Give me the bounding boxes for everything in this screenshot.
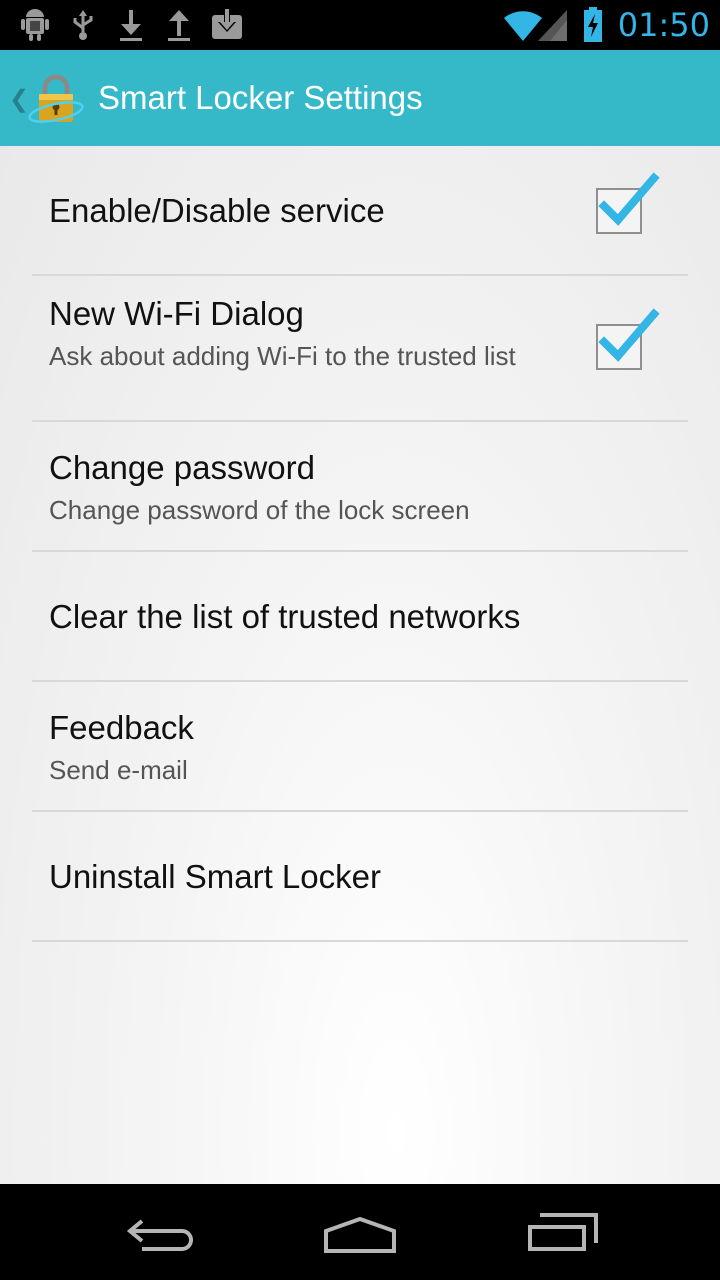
enable-service-checkbox[interactable] [596,172,660,234]
pref-enable-service[interactable]: Enable/Disable service [32,146,688,276]
recent-apps-icon[interactable] [522,1208,602,1258]
preferences-list: Enable/Disable service New Wi-Fi Dialog … [0,146,720,1184]
download-box-icon [210,6,244,44]
pref-change-password[interactable]: Change password Change password of the l… [32,422,688,552]
upload-icon [162,6,196,44]
pref-summary: Ask about adding Wi-Fi to the trusted li… [49,341,516,371]
pref-summary: Change password of the lock screen [49,495,470,525]
page-title: Smart Locker Settings [98,79,423,116]
pref-title: New Wi-Fi Dialog [49,295,304,332]
pref-clear-trusted-networks[interactable]: Clear the list of trusted networks [32,552,688,682]
pref-summary: Send e-mail [49,755,188,785]
clock: 01:50 [617,6,710,44]
pref-title: Change password [49,449,315,486]
checkmark-icon [598,172,660,226]
pref-title: Feedback [49,709,194,746]
back-icon[interactable] [120,1208,200,1258]
android-debug-icon [18,6,52,44]
battery-charging-icon [582,6,604,44]
pref-uninstall[interactable]: Uninstall Smart Locker [32,812,688,942]
new-wifi-dialog-checkbox[interactable] [596,308,660,370]
wifi-signal-icon [502,6,568,44]
home-icon[interactable] [320,1208,400,1258]
action-bar: ❮ Smart Locker Settings [0,50,720,146]
usb-icon [66,6,100,44]
pref-feedback[interactable]: Feedback Send e-mail [32,682,688,812]
navigation-bar [0,1184,720,1280]
checkmark-icon [598,308,660,362]
download-icon [114,6,148,44]
pref-title: Uninstall Smart Locker [49,858,381,895]
pref-new-wifi-dialog[interactable]: New Wi-Fi Dialog Ask about adding Wi-Fi … [32,276,688,422]
pref-title: Clear the list of trusted networks [49,598,521,635]
status-bar: 01:50 [0,0,720,50]
up-navigation-icon[interactable]: ❮ [9,85,29,114]
pref-title: Enable/Disable service [49,192,385,229]
padlock-icon[interactable] [28,72,84,128]
